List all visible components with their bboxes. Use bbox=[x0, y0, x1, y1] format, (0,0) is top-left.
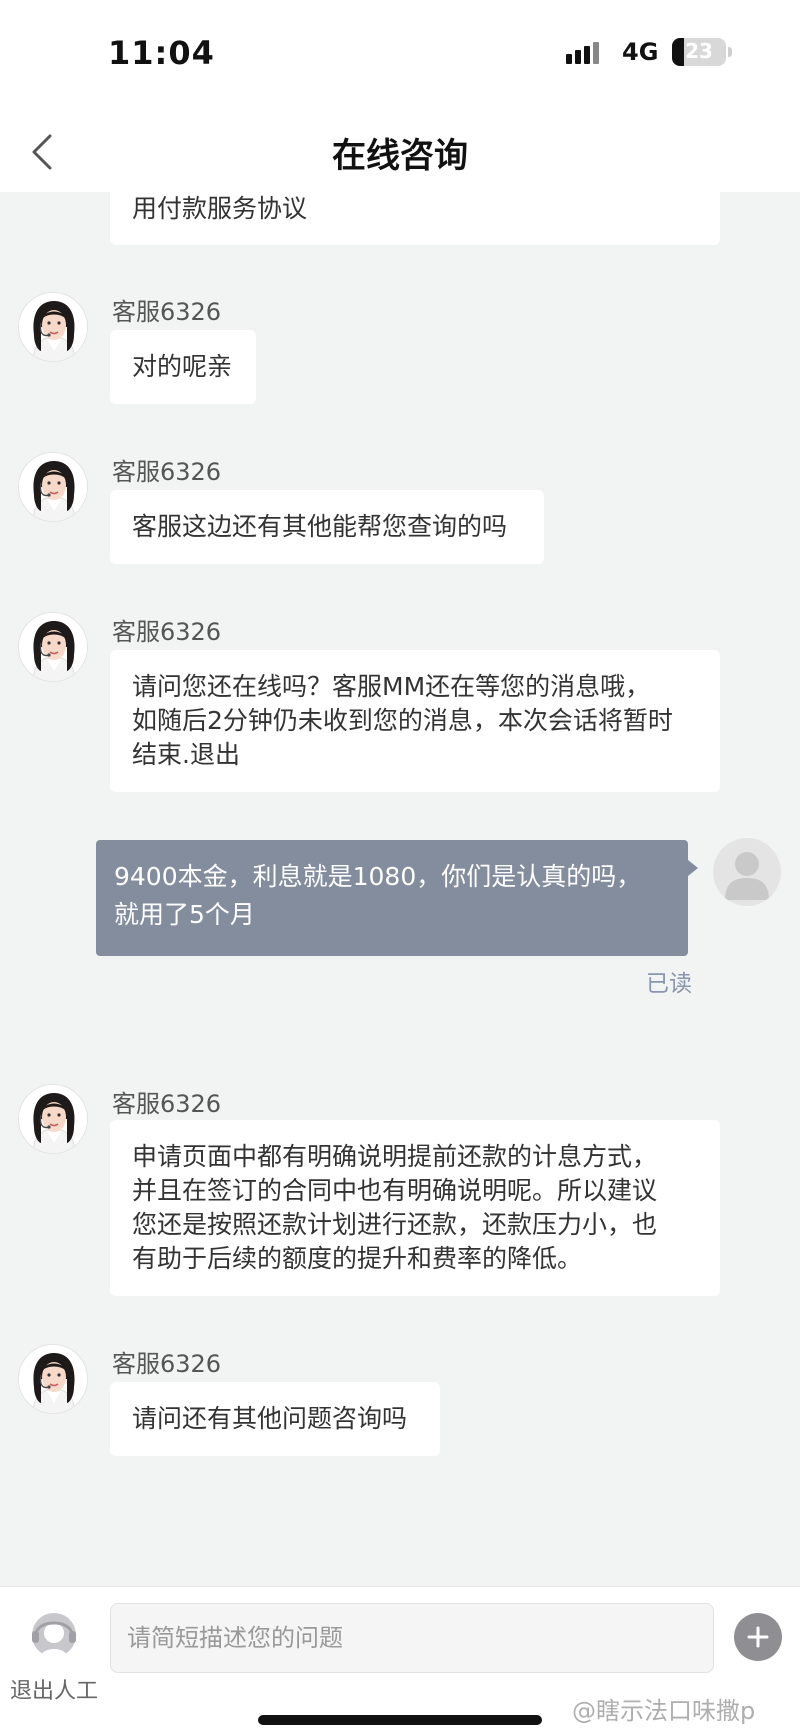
message-line: 有助于后续的额度的提升和费率的降低。 bbox=[132, 1244, 583, 1273]
agent-name: 客服6326 bbox=[112, 1350, 222, 1378]
exit-human-agent-button[interactable]: 退出人工 bbox=[6, 1601, 102, 1704]
user-message: 9400本金，利息就是1080，你们是认真的吗， 就用了5个月 bbox=[96, 840, 698, 956]
agent-message: 请问还有其他问题咨询吗 bbox=[110, 1382, 440, 1456]
home-indicator bbox=[258, 1715, 542, 1725]
read-status: 已读 bbox=[646, 971, 692, 997]
exit-human-agent-label: 退出人工 bbox=[9, 1679, 98, 1704]
message-line: 并且在签订的合同中也有明确说明呢。所以建议 bbox=[132, 1176, 658, 1205]
message-line: 就用了5个月 bbox=[114, 900, 255, 929]
message-text: 对的呢亲 bbox=[132, 352, 233, 381]
watermark: @瞎示法口味撒p bbox=[572, 1697, 756, 1725]
message-line: 9400本金，利息就是1080，你们是认真的吗， bbox=[114, 862, 642, 891]
agent-avatar bbox=[18, 612, 88, 682]
message-text: 请问还有其他问题咨询吗 bbox=[132, 1404, 408, 1433]
top-bar: 11:04 4G 23 在线咨询 bbox=[0, 0, 800, 192]
agent-message: 申请页面中都有明确说明提前还款的计息方式， 并且在签订的合同中也有明确说明呢。所… bbox=[110, 1120, 720, 1296]
agent-name: 客服6326 bbox=[112, 618, 222, 646]
message-input[interactable] bbox=[110, 1603, 714, 1673]
message-text: 客服这边还有其他能帮您查询的吗 bbox=[132, 512, 508, 541]
battery-level: 23 bbox=[685, 39, 713, 63]
message-line: 如随后2分钟仍未收到您的消息，本次会话将暂时 bbox=[132, 706, 673, 735]
user-icon bbox=[725, 852, 769, 900]
add-attachment-button[interactable] bbox=[734, 1613, 782, 1661]
bottom-bar: 退出人工 @瞎示法口味撒p bbox=[0, 1586, 800, 1734]
agent-name: 客服6326 bbox=[112, 298, 222, 326]
message-line: 结束.退出 bbox=[132, 740, 240, 769]
agent-message: 对的呢亲 bbox=[110, 330, 256, 404]
status-time: 11:04 bbox=[108, 34, 215, 72]
agent-name: 客服6326 bbox=[112, 458, 222, 486]
agent-name: 客服6326 bbox=[112, 1090, 222, 1118]
chat-screen: 11:04 4G 23 在线咨询 用付款服务协议 客服6326 对的呢亲 客服6… bbox=[0, 0, 800, 1734]
agent-avatar bbox=[18, 452, 88, 522]
agent-message: 客服这边还有其他能帮您查询的吗 bbox=[110, 490, 544, 564]
message-line: 请问您还在线吗？客服MM还在等您的消息哦， bbox=[132, 672, 651, 701]
headset-agent-icon bbox=[32, 1613, 76, 1665]
agent-avatar bbox=[18, 1084, 88, 1154]
agent-avatar bbox=[18, 292, 88, 362]
page-title: 在线咨询 bbox=[332, 136, 468, 176]
message-line: 申请页面中都有明确说明提前还款的计息方式， bbox=[132, 1142, 658, 1171]
user-avatar bbox=[713, 838, 781, 906]
battery-tip bbox=[728, 47, 732, 57]
network-type: 4G bbox=[622, 38, 659, 66]
message-text: 用付款服务协议 bbox=[132, 194, 308, 223]
agent-avatar bbox=[18, 1344, 88, 1414]
plus-icon bbox=[747, 1626, 769, 1648]
agent-message: 请问您还在线吗？客服MM还在等您的消息哦， 如随后2分钟仍未收到您的消息，本次会… bbox=[110, 650, 720, 792]
signal-icon bbox=[566, 42, 599, 64]
message-line: 您还是按照还款计划进行还款，还款压力小，也 bbox=[132, 1210, 658, 1239]
battery-icon: 23 bbox=[672, 38, 726, 66]
